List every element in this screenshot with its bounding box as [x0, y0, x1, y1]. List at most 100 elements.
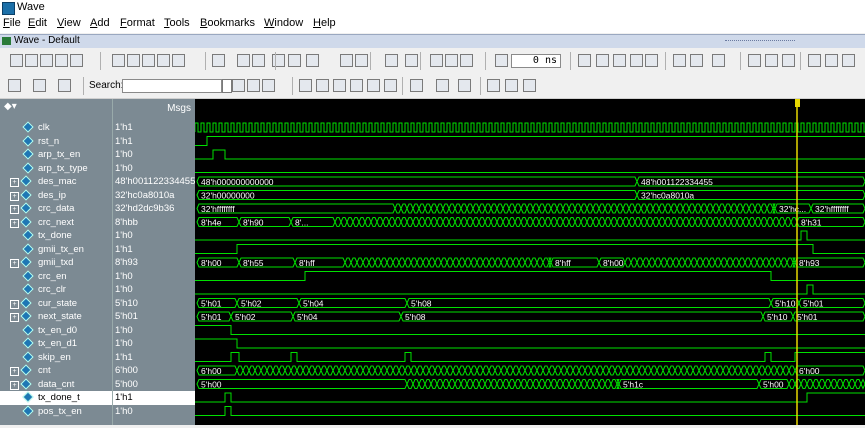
- cursor3-icon[interactable]: [458, 79, 471, 92]
- cursor-icon[interactable]: [410, 79, 423, 92]
- paste-icon[interactable]: [142, 54, 155, 67]
- bookmark3-icon[interactable]: [842, 54, 855, 67]
- bookmark-icon[interactable]: [808, 54, 821, 67]
- zoom-region-icon[interactable]: [272, 54, 285, 67]
- waveform-canvas[interactable]: 48'h000000000000 48'h001122334455 32'h0000…: [194, 99, 865, 425]
- time-icon[interactable]: [495, 54, 508, 67]
- menu-bookmarks[interactable]: Bookmarks: [200, 17, 255, 29]
- signal-row-tx-done-t[interactable]: tx_done_t: [0, 391, 112, 405]
- signal-row-cur-state[interactable]: + cur_state: [0, 296, 112, 311]
- zoom-cursor-icon[interactable]: [350, 79, 363, 92]
- left-arrow-icon[interactable]: [445, 54, 458, 67]
- signal-row-gmii-tx-en[interactable]: gmii_tx_en: [0, 242, 112, 257]
- cut-icon[interactable]: [112, 54, 125, 67]
- up-arrow-icon[interactable]: [430, 54, 443, 67]
- restart-icon[interactable]: [340, 54, 353, 67]
- find-signal-icon[interactable]: [58, 79, 71, 92]
- menu-format[interactable]: Format: [120, 17, 155, 29]
- zoom-in-icon[interactable]: [299, 79, 312, 92]
- find-next-icon[interactable]: [252, 54, 265, 67]
- continue-icon[interactable]: [630, 54, 643, 67]
- menu-help[interactable]: Help: [313, 17, 336, 29]
- signal-row-des-ip[interactable]: + des_ip: [0, 188, 112, 203]
- signal-row-tx-done[interactable]: tx_done: [0, 229, 112, 243]
- format-icon-3[interactable]: [523, 79, 536, 92]
- step-over-icon[interactable]: [613, 54, 626, 67]
- signal-row-arp-tx-type[interactable]: arp_tx_type: [0, 161, 112, 176]
- expand-icon[interactable]: +: [10, 218, 19, 228]
- signal-row-crc-next[interactable]: + crc_next: [0, 215, 112, 230]
- profile-icon[interactable]: [712, 54, 725, 67]
- expand-icon[interactable]: +: [10, 367, 19, 376]
- delete-cursor-icon[interactable]: [33, 79, 46, 92]
- expand-icon[interactable]: +: [10, 380, 19, 390]
- zoom-range-icon[interactable]: [384, 79, 397, 92]
- signal-row-pos-tx-en[interactable]: pos_tx_en: [0, 404, 112, 419]
- find-icon[interactable]: [237, 54, 250, 67]
- layout-icon[interactable]: [385, 54, 398, 67]
- signal-row-tx-en-d0[interactable]: tx_en_d0: [0, 323, 112, 338]
- signal-row-des-mac[interactable]: + des_mac: [0, 175, 112, 189]
- zoom-icon-3[interactable]: [262, 79, 275, 92]
- expand-icon[interactable]: +: [10, 178, 19, 187]
- print-icon[interactable]: [70, 54, 83, 67]
- signal-row-crc-clr[interactable]: crc_clr: [0, 283, 112, 297]
- signal-row-crc-data[interactable]: + crc_data: [0, 202, 112, 216]
- signal-row-gmii-txd[interactable]: + gmii_txd: [0, 256, 112, 270]
- bookmark2-icon[interactable]: [825, 54, 838, 67]
- cursor2-icon[interactable]: [436, 79, 449, 92]
- signal-row-crc-en[interactable]: crc_en: [0, 269, 112, 284]
- zoom-full-icon[interactable]: [333, 79, 346, 92]
- reload-icon[interactable]: [55, 54, 68, 67]
- step-icon[interactable]: [355, 54, 368, 67]
- menu-tools[interactable]: Tools: [164, 17, 190, 29]
- signal-row-data-cnt[interactable]: + data_cnt: [0, 377, 112, 392]
- expand-icon[interactable]: +: [10, 313, 19, 322]
- expand-icon[interactable]: +: [10, 299, 19, 309]
- break-icon[interactable]: [306, 54, 319, 67]
- pane-menu-icon[interactable]: ◆▾: [4, 101, 17, 118]
- menu-edit[interactable]: Edit: [28, 17, 47, 29]
- add-icon[interactable]: [212, 54, 225, 67]
- right-arrow-icon[interactable]: [460, 54, 473, 67]
- run-icon[interactable]: [288, 54, 301, 67]
- zoom-icon-2[interactable]: [247, 79, 260, 92]
- panel-grip[interactable]: [725, 40, 795, 44]
- insert-cursor-icon[interactable]: [8, 79, 21, 92]
- step-into-icon[interactable]: [596, 54, 609, 67]
- search-dropdown-icon[interactable]: [222, 79, 232, 93]
- menu-view[interactable]: View: [57, 17, 81, 29]
- zoom-out-icon[interactable]: [316, 79, 329, 92]
- zoom-last-icon[interactable]: [367, 79, 380, 92]
- memory-icon[interactable]: [690, 54, 703, 67]
- format-icon-2[interactable]: [505, 79, 518, 92]
- open-icon[interactable]: [25, 54, 38, 67]
- expand-icon[interactable]: +: [10, 191, 19, 201]
- waveform-pane[interactable]: 48'h000000000000 48'h001122334455 32'h0000…: [194, 99, 865, 425]
- expand-icon[interactable]: +: [10, 259, 19, 268]
- menu-file[interactable]: File: [3, 17, 21, 29]
- signal-row-next-state[interactable]: + next_state: [0, 310, 112, 324]
- time-step-input[interactable]: 0 ns: [511, 54, 561, 68]
- expand-icon[interactable]: +: [10, 205, 19, 214]
- signal-row-arp-tx-en[interactable]: arp_tx_en: [0, 148, 112, 162]
- undo-icon[interactable]: [157, 54, 170, 67]
- new-icon[interactable]: [10, 54, 23, 67]
- search-input[interactable]: [122, 79, 222, 93]
- up2-icon[interactable]: [782, 54, 795, 67]
- down-icon[interactable]: [765, 54, 778, 67]
- copy-icon[interactable]: [127, 54, 140, 67]
- menu-window[interactable]: Window: [264, 17, 303, 29]
- run-length-icon[interactable]: [578, 54, 591, 67]
- signal-row-rst-n[interactable]: rst_n: [0, 134, 112, 149]
- signal-row-clk[interactable]: clk: [0, 121, 112, 135]
- dataflow-icon[interactable]: [405, 54, 418, 67]
- format-icon-1[interactable]: [487, 79, 500, 92]
- redo-icon[interactable]: [172, 54, 185, 67]
- menu-add[interactable]: Add: [90, 17, 110, 29]
- up-icon[interactable]: [748, 54, 761, 67]
- performance-icon[interactable]: [673, 54, 686, 67]
- zoom-icon-1[interactable]: [232, 79, 245, 92]
- signal-row-tx-en-d1[interactable]: tx_en_d1: [0, 337, 112, 351]
- save-icon[interactable]: [40, 54, 53, 67]
